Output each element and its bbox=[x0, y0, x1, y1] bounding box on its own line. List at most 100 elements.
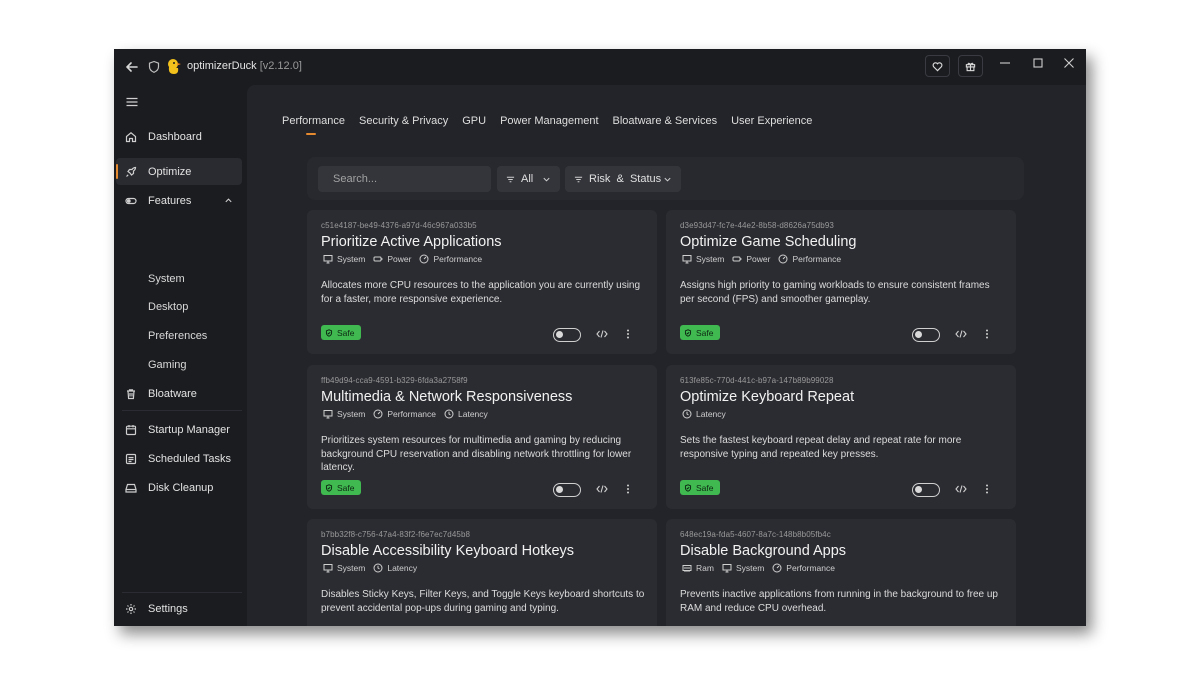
tag-performance: Performance bbox=[778, 254, 841, 264]
tweak-card: c51e4187-be49-4376-a97d-46c967a033b5 Pri… bbox=[307, 210, 657, 354]
monitor-icon bbox=[323, 410, 333, 419]
main-content: Performance Security & Privacy GPU Power… bbox=[247, 85, 1086, 626]
shield-icon[interactable] bbox=[147, 60, 161, 74]
list-icon bbox=[124, 452, 138, 466]
gift-icon bbox=[965, 62, 976, 71]
code-icon[interactable] bbox=[596, 484, 608, 494]
more-options-icon[interactable] bbox=[983, 327, 991, 341]
status-badge: Safe bbox=[680, 325, 720, 340]
battery-icon bbox=[373, 256, 383, 262]
tab-power-management[interactable]: Power Management bbox=[500, 115, 598, 127]
tag-power: Power bbox=[373, 254, 411, 264]
filter-all-label: All bbox=[521, 173, 534, 185]
tweak-tags: System Power Performance bbox=[682, 254, 849, 264]
sidebar-item-optimize[interactable]: Optimize bbox=[116, 158, 242, 185]
tweak-description: Sets the fastest keyboard repeat delay a… bbox=[680, 435, 962, 460]
tweak-card: 648ec19a-fda5-4607-8a7c-148b8b05fb4c Dis… bbox=[666, 519, 1016, 626]
toggle-knob bbox=[556, 331, 563, 338]
sidebar-subitem-system[interactable]: System bbox=[148, 273, 185, 285]
sidebar-item-label: Optimize bbox=[148, 165, 192, 178]
gift-button[interactable] bbox=[958, 55, 983, 77]
tweak-id: ffb49d94-cca9-4591-b329-6fda3a2758f9 bbox=[321, 376, 468, 385]
tag-system: System bbox=[323, 254, 365, 264]
back-arrow-icon[interactable] bbox=[124, 59, 140, 75]
tweak-description: Prevents inactive applications from runn… bbox=[680, 589, 998, 614]
status-badge: Safe bbox=[321, 325, 361, 340]
tweak-id: b7bb32f8-c756-47a4-83f2-f6e7ec7d45b8 bbox=[321, 530, 471, 539]
tab-user-experience[interactable]: User Experience bbox=[731, 115, 812, 127]
tag-latency: Latency bbox=[682, 409, 726, 419]
clock-icon bbox=[373, 563, 383, 573]
sidebar-divider bbox=[122, 410, 242, 411]
risk-status-dropdown[interactable]: Risk & Status bbox=[565, 166, 681, 192]
tab-performance[interactable]: Performance bbox=[282, 115, 345, 135]
tweak-card: ffb49d94-cca9-4591-b329-6fda3a2758f9 Mul… bbox=[307, 365, 657, 509]
sidebar-subitem-gaming[interactable]: Gaming bbox=[148, 359, 187, 371]
chevron-down-icon bbox=[543, 177, 550, 182]
sidebar: Dashboard Optimize Features System Deskt… bbox=[114, 85, 246, 626]
enable-toggle[interactable] bbox=[912, 483, 940, 497]
tweak-card: d3e93d47-fc7e-44e2-8b58-d8626a75db93 Opt… bbox=[666, 210, 1016, 354]
sidebar-item-disk-cleanup[interactable]: Disk Cleanup bbox=[116, 474, 242, 501]
close-icon[interactable] bbox=[1061, 55, 1077, 71]
tag-ram: Ram bbox=[682, 563, 714, 573]
shield-check-icon bbox=[325, 328, 333, 337]
tweak-title: Optimize Game Scheduling bbox=[680, 234, 857, 250]
sidebar-subitem-preferences[interactable]: Preferences bbox=[148, 330, 207, 342]
monitor-icon bbox=[323, 564, 333, 573]
gauge-icon bbox=[778, 254, 788, 264]
enable-toggle[interactable] bbox=[912, 328, 940, 342]
filter-icon bbox=[574, 176, 583, 182]
shield-check-icon bbox=[684, 328, 692, 337]
tab-bloatware-services[interactable]: Bloatware & Services bbox=[613, 115, 718, 127]
filter-icon bbox=[506, 176, 515, 182]
hamburger-menu-icon[interactable] bbox=[125, 95, 139, 109]
chevron-up-icon[interactable] bbox=[224, 196, 233, 205]
sidebar-item-features[interactable]: Features bbox=[116, 187, 242, 214]
sidebar-subitem-desktop[interactable]: Desktop bbox=[148, 301, 188, 313]
rocket-icon bbox=[124, 165, 138, 179]
home-icon bbox=[124, 130, 138, 144]
tag-performance: Performance bbox=[419, 254, 482, 264]
title-bar: optimizerDuck [v2.12.0] bbox=[114, 49, 1086, 85]
tweak-tags: System Power Performance bbox=[323, 254, 490, 264]
favorite-button[interactable] bbox=[925, 55, 950, 77]
code-icon[interactable] bbox=[955, 484, 967, 494]
clock-icon bbox=[444, 409, 454, 419]
sidebar-item-dashboard[interactable]: Dashboard bbox=[116, 123, 242, 150]
filter-bar: All Risk & Status bbox=[307, 157, 1024, 200]
category-tabs: Performance Security & Privacy GPU Power… bbox=[282, 115, 826, 135]
more-options-icon[interactable] bbox=[624, 327, 632, 341]
category-filter-dropdown[interactable]: All bbox=[497, 166, 560, 192]
tag-power: Power bbox=[732, 254, 770, 264]
sidebar-item-settings[interactable]: Settings bbox=[116, 595, 242, 622]
clock-icon bbox=[682, 409, 692, 419]
more-options-icon[interactable] bbox=[624, 482, 632, 496]
search-input[interactable] bbox=[318, 166, 491, 192]
tweak-title: Prioritize Active Applications bbox=[321, 234, 502, 250]
code-icon[interactable] bbox=[596, 329, 608, 339]
tab-security-privacy[interactable]: Security & Privacy bbox=[359, 115, 448, 127]
minimize-icon[interactable] bbox=[997, 55, 1013, 71]
tag-latency: Latency bbox=[444, 409, 488, 419]
monitor-icon bbox=[722, 564, 732, 573]
sidebar-item-startup-manager[interactable]: Startup Manager bbox=[116, 416, 242, 443]
battery-icon bbox=[732, 256, 742, 262]
code-icon[interactable] bbox=[955, 329, 967, 339]
tag-performance: Performance bbox=[373, 409, 436, 419]
sidebar-item-scheduled-tasks[interactable]: Scheduled Tasks bbox=[116, 445, 242, 472]
sidebar-item-label: Settings bbox=[148, 602, 188, 615]
tweak-description: Disables Sticky Keys, Filter Keys, and T… bbox=[321, 589, 645, 614]
more-options-icon[interactable] bbox=[983, 482, 991, 496]
sidebar-item-bloatware[interactable]: Bloatware bbox=[116, 380, 242, 407]
tag-latency: Latency bbox=[373, 563, 417, 573]
tweak-title: Disable Accessibility Keyboard Hotkeys bbox=[321, 543, 575, 559]
enable-toggle[interactable] bbox=[553, 328, 581, 342]
tab-gpu[interactable]: GPU bbox=[462, 115, 486, 127]
tweak-card: 613fe85c-770d-441c-b97a-147b89b99028 Opt… bbox=[666, 365, 1016, 509]
enable-toggle[interactable] bbox=[553, 483, 581, 497]
memory-chip-icon bbox=[682, 565, 692, 572]
tag-system: System bbox=[323, 409, 365, 419]
maximize-icon[interactable] bbox=[1030, 55, 1046, 71]
tweak-card: b7bb32f8-c756-47a4-83f2-f6e7ec7d45b8 Dis… bbox=[307, 519, 657, 626]
